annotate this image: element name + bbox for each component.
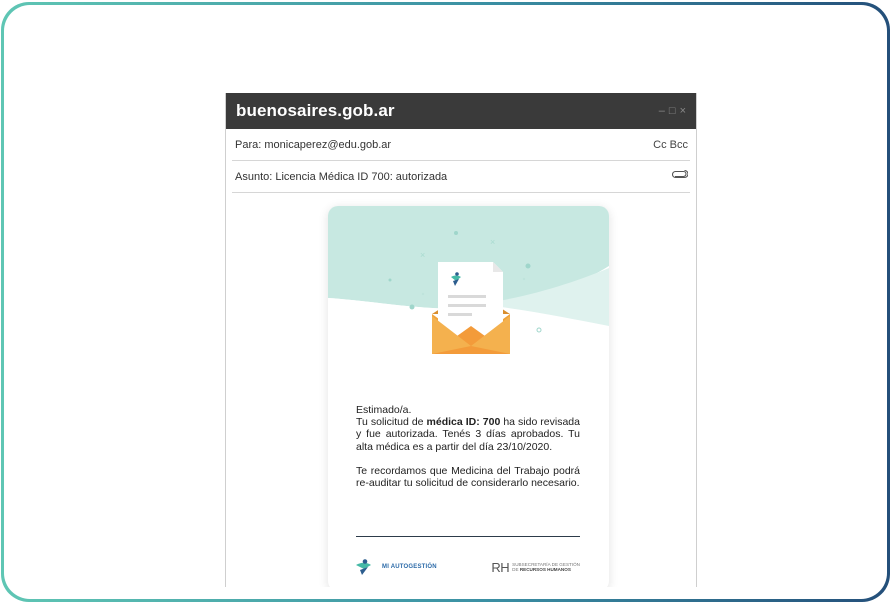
to-field[interactable]: Para: monicaperez@edu.gob.ar [232,139,391,151]
window-title: buenosaires.gob.ar [236,101,395,120]
paragraph-reaudit: Te recordamos que Medicina del Trabajo p… [356,464,580,490]
email-body: Estimado/a. Tu solicitud de médica ID: 7… [356,404,580,501]
envelope-illustration: × × [328,206,609,354]
close-button[interactable]: × [680,105,686,117]
minimize-button[interactable]: – [659,105,665,117]
paperclip-icon[interactable] [672,169,690,183]
email-card: × × Estimado/a. Tu solicitud de médica I… [328,206,609,587]
to-row: Para: monicaperez@edu.gob.ar Cc Bcc [232,129,690,161]
svg-text:×: × [490,237,495,247]
subject-row: Asunto: Licencia Médica ID 700: autoriza… [232,161,690,193]
autogestion-icon [356,559,371,575]
paragraph-approval: Tu solicitud de médica ID: 700 ha sido r… [356,416,580,453]
email-footer: MI AUTOGESTIÓN RH SUBSECRETARÍA DE GESTI… [356,556,580,578]
greeting: Estimado/a. [356,404,412,416]
email-window: buenosaires.gob.ar – □ × Para: monicaper… [225,93,697,587]
rrhh-logo: RH SUBSECRETARÍA DE GESTIÓN DE RECURSOS … [491,559,580,575]
mi-autogestion-logo: MI AUTOGESTIÓN [356,559,437,575]
footer-divider [356,536,580,537]
cc-bcc-button[interactable]: Cc Bcc [653,139,690,151]
window-controls: – □ × [659,105,686,117]
license-id: médica ID: 700 [426,416,501,429]
subject-field[interactable]: Asunto: Licencia Médica ID 700: autoriza… [232,171,447,183]
title-bar: buenosaires.gob.ar – □ × [226,93,696,129]
svg-text:×: × [420,250,425,260]
maximize-button[interactable]: □ [669,105,676,117]
